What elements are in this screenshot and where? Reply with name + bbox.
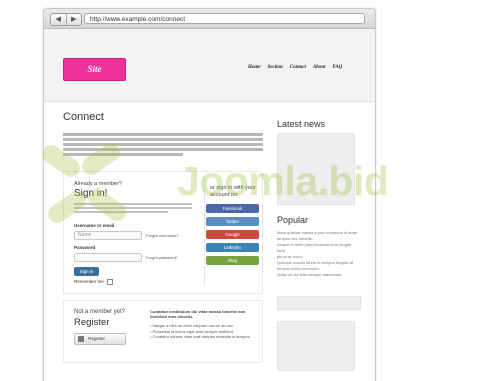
sign-in-description: [74, 203, 192, 215]
not-member-text: Not a member yet?: [74, 309, 126, 315]
browser-toolbar: ◀ ▶ http://www.example.com/connect: [44, 9, 375, 29]
blog-button[interactable]: Blog: [206, 256, 259, 265]
popular-list: Nulla gravida massa a pos commodo id ame…: [277, 230, 359, 278]
register-intro: Curabitur vestibulum dui vitae massa lob…: [150, 309, 246, 319]
already-member-text: Already a member?: [74, 181, 122, 187]
nav-section[interactable]: Section: [268, 65, 283, 70]
intro-text-placeholder: [63, 133, 263, 158]
facebook-button[interactable]: Facebook: [206, 204, 259, 213]
linkedin-label: LinkedIn: [223, 245, 241, 250]
register-heading: Register: [74, 317, 110, 328]
latest-news-heading: Latest news: [277, 119, 326, 129]
sidebar-image-placeholder[interactable]: [277, 321, 355, 371]
password-input[interactable]: [74, 253, 142, 262]
nav-contact[interactable]: Contact: [290, 65, 306, 70]
popular-item[interactable]: Nulla vel dui felis semper maecenas.: [277, 272, 359, 278]
username-label: Username or email: [74, 223, 115, 228]
google-button[interactable]: Google: [206, 230, 259, 239]
twitter-button[interactable]: Twitter: [206, 217, 259, 226]
remember-me-text: Remember me: [74, 279, 104, 285]
nav-faq[interactable]: FAQ: [332, 65, 342, 70]
nav-buttons: ◀ ▶: [50, 13, 82, 26]
forward-arrow-icon[interactable]: ▶: [67, 14, 82, 25]
register-button-label: Register: [88, 336, 106, 341]
sidebar-bar-placeholder: [277, 296, 361, 310]
password-label: Password: [74, 245, 96, 250]
linkedin-button[interactable]: LinkedIn: [206, 243, 259, 252]
register-button[interactable]: Register: [74, 333, 126, 345]
news-image-placeholder[interactable]: [277, 133, 355, 205]
forgot-password-link[interactable]: Forgot password?: [146, 255, 178, 260]
remember-me-label[interactable]: Remember me: [74, 279, 114, 285]
nav-about[interactable]: About: [313, 65, 326, 70]
social-title: or sign in with your account on:: [210, 185, 256, 198]
sign-in-heading: Sign in!: [74, 188, 108, 199]
username-input[interactable]: Name: [74, 231, 142, 240]
nav-home[interactable]: Home: [248, 65, 261, 70]
register-bullet: • Curabitur ultrices vitae erat ultricie…: [150, 334, 251, 339]
back-arrow-icon[interactable]: ◀: [51, 14, 67, 25]
login-divider: [204, 178, 205, 286]
page-title: Connect: [63, 111, 104, 123]
register-bullets: • Integer a nibh ac dolor aliquam rutrum…: [150, 323, 260, 340]
popular-heading: Popular: [277, 215, 309, 225]
checkbox-icon[interactable]: [107, 279, 114, 285]
site-logo[interactable]: Site: [63, 58, 126, 81]
sign-in-button[interactable]: Sign in: [74, 267, 99, 276]
address-bar[interactable]: http://www.example.com/connect: [84, 13, 365, 24]
site-header: Site Home Section Contact About FAQ: [44, 29, 375, 102]
facebook-label: Facebook: [222, 206, 243, 211]
register-panel: Not a member yet? Register Register Cura…: [63, 300, 263, 363]
forgot-username-link[interactable]: Forgot username?: [146, 233, 179, 238]
main-nav: Home Section Contact About FAQ: [248, 65, 342, 70]
download-icon: [78, 336, 84, 342]
browser-window: ◀ ▶ http://www.example.com/connect Site …: [43, 8, 376, 381]
popular-item[interactable]: Aliquet id amet justo tincidunt urna feu…: [277, 242, 359, 254]
blog-label: Blog: [227, 258, 237, 263]
google-label: Google: [225, 232, 240, 237]
twitter-label: Twitter: [225, 219, 240, 224]
